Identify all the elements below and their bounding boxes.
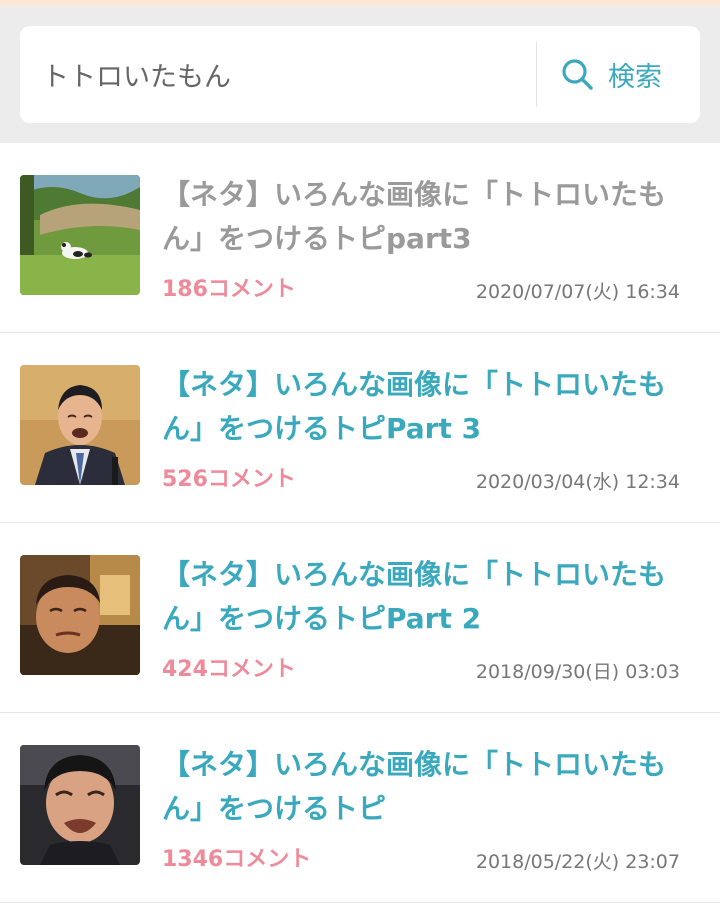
search-bar-area: 検索: [0, 6, 720, 143]
list-item[interactable]: 【ネタ】いろんな画像に「トトロいたもん」をつけるトピPart 2 424コメント…: [0, 523, 720, 713]
thumbnail-man-photo[interactable]: [20, 555, 140, 675]
search-input[interactable]: [42, 26, 532, 123]
comment-count: 526コメント: [162, 467, 296, 492]
thumbnail-panda-photo[interactable]: [20, 175, 140, 295]
list-item[interactable]: 【ネタ】いろんな画像に「トトロいたもん」をつけるトピ 1346コメント 2018…: [0, 713, 720, 903]
post-date: 2020/03/04(水) 12:34: [475, 471, 680, 493]
post-date: 2020/07/07(火) 16:34: [475, 281, 680, 303]
comment-count: 186コメント: [162, 277, 296, 302]
comment-count: 424コメント: [162, 657, 296, 682]
result-title[interactable]: 【ネタ】いろんな画像に「トトロいたもん」をつけるトピPart 3: [162, 363, 702, 451]
post-date: 2018/09/30(日) 03:03: [475, 661, 680, 683]
result-title[interactable]: 【ネタ】いろんな画像に「トトロいたもん」をつけるトピPart 2: [162, 553, 702, 641]
result-title[interactable]: 【ネタ】いろんな画像に「トトロいたもん」をつけるトピ: [162, 743, 702, 831]
thumbnail-crying-man-photo[interactable]: [20, 365, 140, 485]
search-box: 検索: [20, 26, 700, 123]
comment-count: 1346コメント: [162, 847, 312, 872]
search-button[interactable]: 検索: [560, 44, 695, 104]
post-date: 2018/05/22(火) 23:07: [475, 851, 680, 873]
search-button-label: 検索: [608, 61, 662, 93]
list-item[interactable]: 【ネタ】いろんな画像に「トトロいたもん」をつけるトピPart 3 526コメント…: [0, 333, 720, 523]
list-item[interactable]: 【ネタ】いろんな画像に「トトロいたもん」をつけるトピpart3 186コメント …: [0, 143, 720, 333]
result-title[interactable]: 【ネタ】いろんな画像に「トトロいたもん」をつけるトピpart3: [162, 173, 702, 261]
search-divider: [536, 42, 537, 107]
thumbnail-crying-man-closeup-photo[interactable]: [20, 745, 140, 865]
search-icon: [560, 57, 594, 91]
result-list: 【ネタ】いろんな画像に「トトロいたもん」をつけるトピpart3 186コメント …: [0, 143, 720, 903]
